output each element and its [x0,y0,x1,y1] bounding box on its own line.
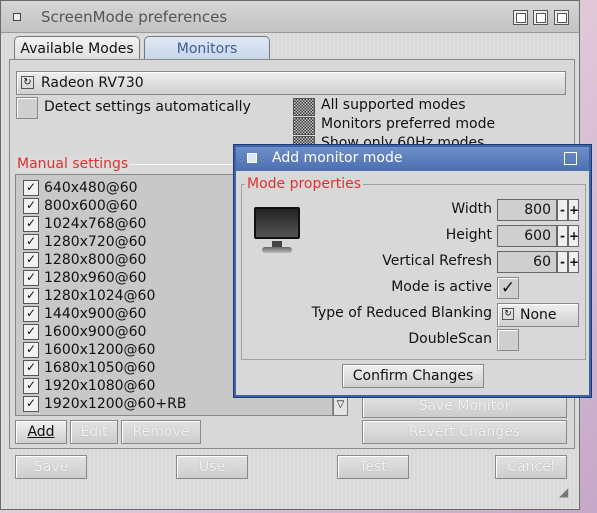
height-field[interactable]: 600 [497,225,557,247]
dialog-depth-icon[interactable] [564,152,577,165]
mode-label: 1680x1050@60 [44,360,156,376]
mode-list-item[interactable]: ✓ 1920x1200@60+RB [16,395,332,413]
iconify-gadget-icon[interactable] [513,10,528,25]
depth-gadget-icon[interactable] [554,10,569,25]
mode-checkbox[interactable]: ✓ [23,198,39,214]
refresh-field[interactable]: 60 [497,251,557,273]
width-increment[interactable]: + [568,199,579,221]
mode-checkbox[interactable]: ✓ [23,396,39,412]
refresh-label: Vertical Refresh [382,253,492,269]
filter-radio-all[interactable] [293,98,315,116]
mode-label: 1024x768@60 [44,216,147,232]
mode-checkbox[interactable]: ✓ [23,216,39,232]
height-increment[interactable]: + [568,225,579,247]
mode-label: 1280x960@60 [44,270,147,286]
mode-checkbox[interactable]: ✓ [23,288,39,304]
mode-label: 1280x720@60 [44,234,147,250]
test-button[interactable]: Test [337,455,409,479]
mode-checkbox[interactable]: ✓ [23,342,39,358]
window-title: ScreenMode preferences [41,8,228,26]
mode-label: 1280x1024@60 [44,288,156,304]
scroll-down-arrow-icon[interactable]: ▽ [333,394,348,416]
blanking-cycle[interactable]: ↻ None [497,303,579,327]
monitor-icon [252,207,302,257]
mode-checkbox[interactable]: ✓ [23,378,39,394]
confirm-changes-button[interactable]: Confirm Changes [342,364,484,388]
mode-label: 1920x1080@60 [44,378,156,394]
remove-button[interactable]: Remove [121,420,201,444]
filter-radio-preferred[interactable] [293,117,315,135]
add-button[interactable]: Add [15,420,67,444]
dialog-titlebar[interactable]: Add monitor mode [236,147,589,171]
doublescan-label: DoubleScan [408,331,492,347]
cycle-icon: ↻ [21,76,34,89]
cancel-button[interactable]: Cancel [495,455,567,479]
mode-active-checkbox[interactable]: ✓ [497,277,519,299]
edit-button[interactable]: Edit [70,420,118,444]
mode-label: 800x600@60 [44,198,138,214]
mode-checkbox[interactable]: ✓ [23,270,39,286]
monitor-cycle[interactable]: ↻ Radeon RV730 [16,71,566,95]
width-decrement[interactable]: - [557,199,568,221]
mode-checkbox[interactable]: ✓ [23,234,39,250]
mode-checkbox[interactable]: ✓ [23,252,39,268]
save-monitor-button[interactable]: Save Monitor [362,394,567,418]
zoom-gadget-icon[interactable] [533,10,548,25]
monitor-name: Radeon RV730 [41,75,144,91]
width-field[interactable]: 800 [497,199,557,221]
cycle-icon: ↻ [502,308,514,320]
add-label: Add [27,424,55,440]
refresh-increment[interactable]: + [568,251,579,273]
mode-checkbox[interactable]: ✓ [23,324,39,340]
mode-label: 1600x1200@60 [44,342,156,358]
mode-label: 1920x1200@60+RB [44,396,187,412]
blanking-label: Type of Reduced Blanking [311,305,492,321]
titlebar[interactable]: ScreenMode preferences [1,1,579,33]
mode-checkbox[interactable]: ✓ [23,360,39,376]
dialog-title: Add monitor mode [272,150,403,166]
doublescan-checkbox[interactable] [497,329,519,351]
mode-label: 1280x800@60 [44,252,147,268]
add-monitor-mode-dialog: Add monitor mode Mode properties Width 8… [234,145,591,397]
width-label: Width [451,201,492,217]
use-button[interactable]: Use [176,455,248,479]
mode-active-label: Mode is active [391,279,492,295]
detect-label: Detect settings automatically [44,99,251,115]
close-gadget-icon[interactable] [10,10,24,24]
filter-label-all: All supported modes [321,97,466,113]
filter-label-preferred: Monitors preferred mode [321,116,496,132]
manual-settings-label: Manual settings [15,156,131,172]
dialog-close-icon[interactable] [247,153,257,163]
section-divider [125,164,235,165]
revert-changes-button[interactable]: Revert Changes [362,420,567,444]
blanking-value: None [520,307,557,323]
mode-checkbox[interactable]: ✓ [23,180,39,196]
mode-label: 640x480@60 [44,180,138,196]
resize-grip-icon[interactable]: ◢ [559,485,568,499]
mode-checkbox[interactable]: ✓ [23,306,39,322]
refresh-decrement[interactable]: - [557,251,568,273]
mode-label: 1600x900@60 [44,324,147,340]
height-decrement[interactable]: - [557,225,568,247]
detect-checkbox[interactable] [16,97,38,119]
mode-properties-label: Mode properties [245,176,364,192]
mode-label: 1440x900@60 [44,306,147,322]
height-label: Height [445,227,492,243]
save-button[interactable]: Save [15,455,87,479]
